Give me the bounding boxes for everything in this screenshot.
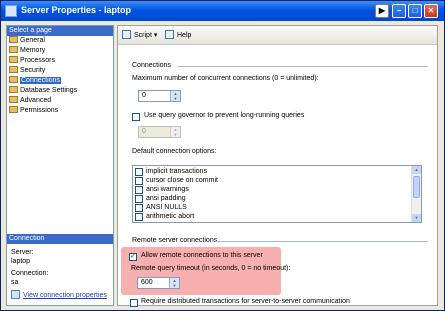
page-list: General Memory Processors Security Connectio… bbox=[7, 36, 113, 116]
sidebar-item-database-settings[interactable]: Database Settings bbox=[7, 86, 113, 96]
default-options-list[interactable]: implicit transactions cursor close on com… bbox=[132, 165, 422, 223]
sidebar-item-label: Database Settings bbox=[20, 87, 78, 94]
maximize-button[interactable]: □ bbox=[408, 4, 422, 18]
option-checkbox[interactable] bbox=[135, 186, 143, 194]
scroll-thumb[interactable] bbox=[413, 176, 420, 198]
connection-panel: Connection Server: laptop Connection: sa… bbox=[7, 234, 113, 299]
option-label: cursor close on commit bbox=[146, 177, 218, 184]
connection-value: sa bbox=[11, 279, 19, 286]
sidebar-item-advanced[interactable]: Advanced bbox=[7, 96, 113, 106]
play-icon[interactable]: ▶ bbox=[375, 4, 389, 18]
option-label: ansi padding bbox=[146, 195, 186, 202]
option-label: ansi warnings bbox=[146, 186, 189, 193]
distributed-transactions-label: Require distributed transactions for ser… bbox=[141, 298, 350, 305]
sidebar-item-processors[interactable]: Processors bbox=[7, 56, 113, 66]
checkmark-icon: ✓ bbox=[130, 253, 136, 260]
page-icon bbox=[9, 46, 18, 53]
chevron-down-icon: ▾ bbox=[153, 32, 158, 39]
page-icon bbox=[9, 86, 18, 93]
option-checkbox[interactable] bbox=[135, 177, 143, 185]
distributed-transactions-checkbox[interactable] bbox=[130, 299, 138, 307]
script-button[interactable]: Script ▾ bbox=[122, 30, 157, 39]
max-connections-value: 0 bbox=[142, 92, 146, 99]
remote-timeout-spinner[interactable]: 600 ▲ ▼ bbox=[137, 277, 180, 289]
divider bbox=[178, 66, 428, 67]
scroll-up-icon[interactable]: ▲ bbox=[412, 166, 421, 174]
sidebar-item-memory[interactable]: Memory bbox=[7, 46, 113, 56]
query-governor-value: 0 bbox=[142, 128, 146, 135]
remote-timeout-label: Remote query timeout (in seconds, 0 = no… bbox=[131, 265, 291, 272]
remote-section-title: Remote server connections bbox=[132, 237, 218, 244]
server-value: laptop bbox=[11, 258, 31, 265]
option-checkbox[interactable] bbox=[135, 204, 143, 212]
option-label: implicit transactions bbox=[146, 168, 208, 175]
script-icon bbox=[122, 30, 131, 39]
sidebar-item-label: Permissions bbox=[20, 107, 59, 114]
page-icon bbox=[9, 76, 18, 83]
max-connections-label: Maximum number of concurrent connections… bbox=[132, 75, 319, 82]
default-options-label: Default connection options: bbox=[132, 148, 217, 155]
help-button[interactable]: Help bbox=[165, 30, 191, 39]
window-title: Server Properties - laptop bbox=[21, 5, 132, 15]
connection-label: Connection: bbox=[11, 270, 49, 277]
option-checkbox[interactable] bbox=[135, 168, 143, 176]
option-checkbox[interactable] bbox=[135, 213, 143, 221]
query-governor-label: Use query governor to prevent long-runni… bbox=[144, 112, 305, 119]
sidebar-item-label: Advanced bbox=[20, 97, 52, 104]
sidebar-item-permissions[interactable]: Permissions bbox=[7, 106, 113, 116]
options-scrollbar[interactable]: ▲ ▼ bbox=[411, 166, 421, 222]
allow-remote-checkbox[interactable]: ✓ bbox=[129, 253, 137, 261]
max-connections-spinner[interactable]: 0 ▲ ▼ bbox=[138, 90, 181, 102]
sidebar-item-label: Connections bbox=[20, 77, 61, 84]
page-icon bbox=[9, 36, 18, 43]
connections-section-title: Connections bbox=[132, 62, 171, 69]
sidebar-item-connections[interactable]: Connections bbox=[7, 76, 113, 86]
sidebar-item-security[interactable]: Security bbox=[7, 66, 113, 76]
scroll-down-icon[interactable]: ▼ bbox=[412, 214, 421, 222]
remote-timeout-value: 600 bbox=[141, 279, 153, 286]
connection-header: Connection bbox=[7, 234, 113, 244]
spin-down-icon[interactable]: ▼ bbox=[170, 283, 179, 288]
connection-properties-icon bbox=[11, 290, 20, 299]
toolbar: Script ▾ Help bbox=[118, 26, 437, 45]
minimize-button[interactable]: – bbox=[392, 4, 406, 18]
query-governor-checkbox[interactable] bbox=[132, 113, 140, 121]
page-icon bbox=[9, 106, 18, 113]
sidebar-item-label: General bbox=[20, 37, 45, 44]
server-properties-icon bbox=[5, 5, 17, 17]
allow-remote-label: Allow remote connections to this server bbox=[141, 252, 263, 259]
page-icon bbox=[9, 66, 18, 73]
sidebar-item-label: Processors bbox=[20, 57, 56, 64]
spin-down-icon[interactable]: ▼ bbox=[171, 96, 180, 101]
option-label: arithmetic abort bbox=[146, 213, 195, 220]
select-page-panel: Select a page General Memory Processors Sec… bbox=[6, 25, 114, 306]
close-button[interactable]: ✕ bbox=[424, 4, 438, 18]
help-icon bbox=[165, 30, 174, 39]
divider bbox=[216, 241, 428, 242]
view-connection-properties-link[interactable]: View connection properties bbox=[11, 290, 107, 299]
option-label: ANSI NULLS bbox=[146, 204, 187, 211]
view-connection-properties-label: View connection properties bbox=[23, 292, 107, 299]
server-label: Server: bbox=[11, 249, 34, 256]
page-icon bbox=[9, 56, 18, 63]
script-label: Script bbox=[134, 32, 152, 39]
sidebar-item-label: Security bbox=[20, 67, 46, 74]
server-properties-window: Server Properties - laptop ▶ – □ ✕ Selec… bbox=[0, 0, 445, 311]
query-governor-spinner: 0 ▲ ▼ bbox=[138, 126, 181, 138]
option-checkbox[interactable] bbox=[135, 195, 143, 203]
title-bar: Server Properties - laptop ▶ – □ ✕ bbox=[1, 1, 444, 21]
sidebar-item-label: Memory bbox=[20, 47, 46, 54]
help-label: Help bbox=[177, 32, 192, 39]
spin-down-icon: ▼ bbox=[173, 132, 178, 137]
sidebar-item-general[interactable]: General bbox=[7, 36, 113, 46]
select-page-header: Select a page bbox=[7, 26, 113, 36]
page-icon bbox=[9, 96, 18, 103]
